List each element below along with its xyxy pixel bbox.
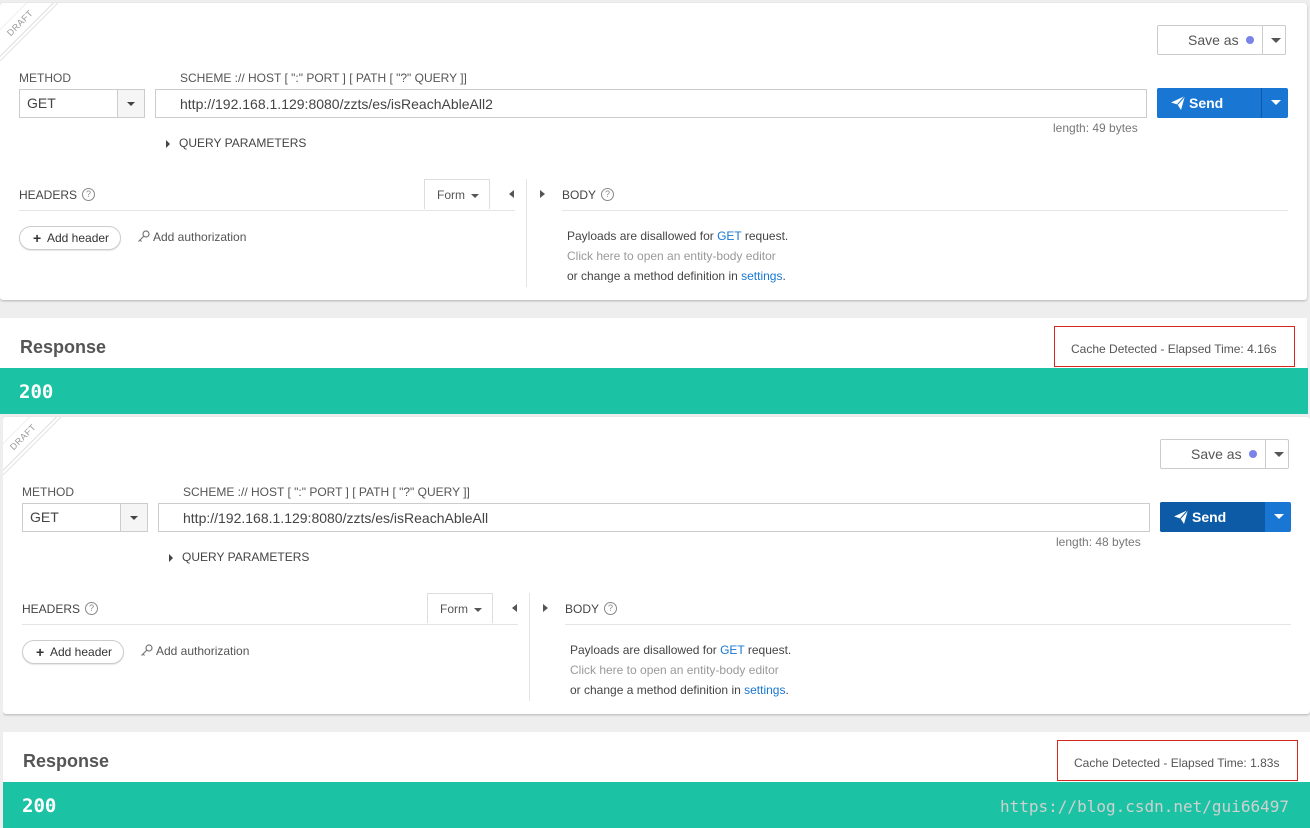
url-label: SCHEME :// HOST [ ":" PORT ] [ PATH [ "?…	[183, 485, 470, 499]
send-button-group[interactable]: Send	[1160, 502, 1291, 532]
chevron-down-icon	[474, 608, 482, 612]
collapse-left-icon[interactable]	[512, 604, 517, 612]
body-disallowed-message: Payloads are disallowed for GET request.	[567, 229, 789, 243]
method-select[interactable]: GET	[22, 503, 148, 532]
method-link[interactable]: GET	[720, 643, 744, 657]
add-authorization-link[interactable]: Add authorization	[137, 230, 246, 244]
query-parameters-toggle[interactable]: QUERY PARAMETERS	[166, 136, 306, 150]
method-select[interactable]: GET	[19, 89, 145, 118]
body-label: BODY?	[562, 188, 615, 202]
change-method-message: or change a method definition in setting…	[567, 269, 786, 283]
headers-form-dropdown[interactable]: Form	[427, 593, 493, 623]
paper-plane-icon	[1174, 509, 1189, 524]
body-label: BODY?	[565, 602, 618, 616]
add-authorization-link[interactable]: Add authorization	[140, 644, 249, 658]
url-length: length: 49 bytes	[1053, 121, 1138, 135]
paper-plane-icon	[1171, 95, 1186, 110]
elapsed-time-highlight: Cache Detected - Elapsed Time: 1.83s	[1057, 740, 1298, 781]
cache-elapsed-time: Cache Detected - Elapsed Time: 1.83s	[1074, 756, 1280, 770]
add-header-button[interactable]: + Add header	[19, 226, 121, 250]
save-as-dropdown-icon[interactable]	[1271, 38, 1281, 43]
method-dropdown-button[interactable]	[120, 504, 147, 531]
open-body-editor-link[interactable]: Click here to open an entity-body editor	[567, 249, 776, 263]
method-label: METHOD	[19, 71, 71, 85]
plus-icon: +	[33, 230, 42, 246]
query-parameters-toggle[interactable]: QUERY PARAMETERS	[169, 550, 309, 564]
help-icon[interactable]: ?	[85, 602, 99, 615]
cache-elapsed-time: Cache Detected - Elapsed Time: 4.16s	[1071, 342, 1277, 356]
url-length: length: 48 bytes	[1056, 535, 1141, 549]
save-as-label: Save as	[1191, 446, 1242, 462]
watermark: https://blog.csdn.net/gui66497	[1000, 797, 1289, 816]
chevron-down-icon	[471, 194, 479, 198]
method-label: METHOD	[22, 485, 74, 499]
headers-label: HEADERS?	[22, 602, 99, 616]
url-label: SCHEME :// HOST [ ":" PORT ] [ PATH [ "?…	[180, 71, 467, 85]
chevron-down-icon	[127, 102, 135, 106]
response-title: Response	[23, 751, 110, 771]
status-code: 200	[19, 381, 54, 403]
chevron-down-icon	[130, 516, 138, 520]
send-label: Send	[1189, 95, 1224, 111]
settings-link[interactable]: settings	[741, 269, 782, 283]
send-button[interactable]: Send	[1160, 502, 1264, 532]
collapse-right-icon[interactable]	[540, 190, 545, 198]
settings-link[interactable]: settings	[744, 683, 785, 697]
save-as-button[interactable]: Save as	[1160, 439, 1289, 469]
send-button-group[interactable]: Send	[1157, 88, 1288, 118]
url-input[interactable]	[155, 89, 1147, 118]
save-as-dropdown-icon[interactable]	[1274, 452, 1284, 457]
headers-label: HEADERS?	[19, 188, 96, 202]
collapse-left-icon[interactable]	[509, 190, 514, 198]
status-code: 200	[22, 795, 57, 817]
save-as-button[interactable]: Save as	[1157, 25, 1286, 55]
caret-right-icon	[166, 139, 170, 148]
headers-form-dropdown[interactable]: Form	[424, 179, 490, 209]
help-icon[interactable]: ?	[601, 188, 615, 201]
send-button[interactable]: Send	[1157, 88, 1261, 118]
caret-right-icon	[169, 553, 173, 562]
url-input[interactable]	[158, 503, 1150, 532]
method-value: GET	[30, 509, 59, 525]
help-icon[interactable]: ?	[604, 602, 618, 615]
status-bar: 200	[0, 368, 1308, 414]
elapsed-time-highlight: Cache Detected - Elapsed Time: 4.16s	[1054, 326, 1295, 367]
help-icon[interactable]: ?	[82, 188, 96, 201]
send-dropdown-icon[interactable]	[1271, 100, 1281, 105]
method-dropdown-button[interactable]	[117, 90, 144, 117]
request-editor-card: DRAFT Save as METHOD SCHEME :// HOST [ "…	[3, 417, 1310, 714]
add-header-button[interactable]: + Add header	[22, 640, 124, 664]
send-dropdown-icon[interactable]	[1274, 514, 1284, 519]
request-panel-1: DRAFT Save as METHOD SCHEME :// HOST [ "…	[0, 0, 1310, 414]
unsaved-indicator-icon	[1246, 36, 1254, 44]
response-title: Response	[20, 337, 107, 357]
key-icon	[141, 644, 153, 656]
method-link[interactable]: GET	[717, 229, 741, 243]
method-value: GET	[27, 95, 56, 111]
key-icon	[138, 230, 150, 242]
change-method-message: or change a method definition in setting…	[570, 683, 789, 697]
plus-icon: +	[36, 644, 45, 660]
request-panel-2: DRAFT Save as METHOD SCHEME :// HOST [ "…	[3, 414, 1310, 828]
save-as-label: Save as	[1188, 32, 1239, 48]
collapse-right-icon[interactable]	[543, 604, 548, 612]
unsaved-indicator-icon	[1249, 450, 1257, 458]
request-editor-card: DRAFT Save as METHOD SCHEME :// HOST [ "…	[0, 3, 1307, 300]
body-disallowed-message: Payloads are disallowed for GET request.	[570, 643, 792, 657]
send-label: Send	[1192, 509, 1227, 525]
open-body-editor-link[interactable]: Click here to open an entity-body editor	[570, 663, 779, 677]
